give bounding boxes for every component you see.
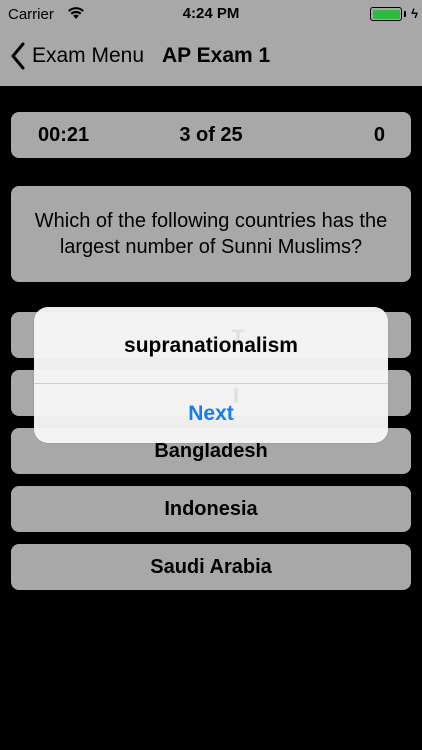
back-button[interactable]: Exam Menu xyxy=(10,40,144,72)
next-button[interactable]: Next xyxy=(34,384,388,443)
chevron-left-icon xyxy=(11,42,25,70)
alert-title: supranationalism xyxy=(124,334,298,357)
question-card: Which of the following countries has the… xyxy=(11,186,411,282)
status-time: 4:24 PM xyxy=(182,5,240,22)
status-bar: Carrier 4:24 PM ϟ xyxy=(0,0,422,30)
question-text: Which of the following countries has the… xyxy=(34,210,388,258)
alert-dialog: T supranationalism I Next xyxy=(34,307,388,443)
exam-screen: Carrier 4:24 PM ϟ Exam Menu AP Exam 1 00… xyxy=(0,0,422,750)
score-label: 0 xyxy=(373,124,385,146)
battery-level xyxy=(372,9,400,19)
battery-tip xyxy=(403,11,406,17)
answer-option-5[interactable]: Saudi Arabia xyxy=(11,544,411,590)
navigation-bar: Exam Menu AP Exam 1 xyxy=(0,30,422,86)
charging-icon: ϟ xyxy=(411,6,418,21)
top-bar: Carrier 4:24 PM ϟ Exam Menu AP Exam 1 xyxy=(0,0,422,86)
answer-option-4[interactable]: Indonesia xyxy=(11,486,411,532)
progress-label: 3 of 25 xyxy=(179,124,243,146)
score-bar: 00:21 3 of 25 0 xyxy=(11,112,411,158)
page-title: AP Exam 1 xyxy=(162,44,271,67)
battery-icon xyxy=(370,7,402,21)
back-label: Exam Menu xyxy=(32,44,145,67)
